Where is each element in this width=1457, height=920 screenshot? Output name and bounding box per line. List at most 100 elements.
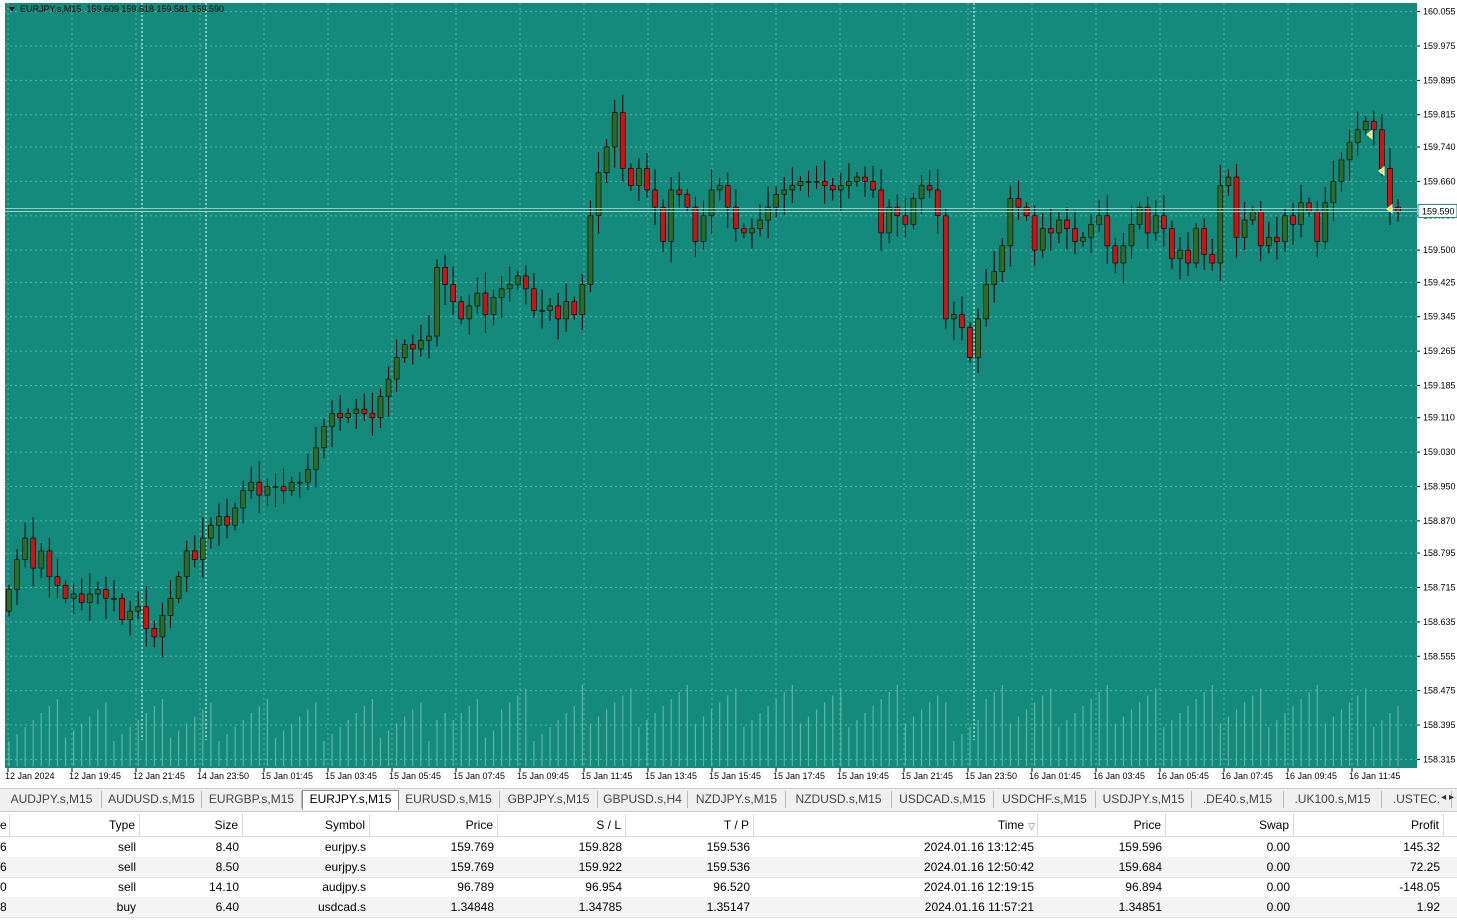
- column-header[interactable]: T / P: [626, 814, 754, 836]
- column-header[interactable]: Symbol: [243, 814, 370, 836]
- x-tick-label: 15 Jan 15:45: [709, 771, 761, 781]
- table-cell: eurjpy.s: [324, 860, 366, 874]
- chart-tab[interactable]: USDCHF.s,M15: [994, 791, 1096, 808]
- column-header[interactable]: Time ▽: [754, 814, 1038, 836]
- candle-body: [377, 395, 384, 419]
- x-tick-label: 16 Jan 11:45: [1349, 771, 1400, 781]
- candle-body: [1370, 120, 1377, 131]
- chart-tab[interactable]: AUDJPY.s,M15: [2, 791, 102, 808]
- candle-body: [652, 189, 658, 208]
- chart-tab[interactable]: NZDJPY.s,M15: [688, 791, 786, 808]
- column-header[interactable]: Profit: [1294, 814, 1444, 836]
- chart-tab[interactable]: .UK100.s,M15: [1284, 791, 1382, 808]
- candle-body: [46, 550, 53, 578]
- chart-tab[interactable]: GBPJPY.s,M15: [500, 791, 598, 808]
- chart-tab[interactable]: EURJPY.s,M15: [302, 790, 399, 810]
- candle-body: [918, 185, 925, 199]
- chart-tab[interactable]: USDJPY.s,M15: [1096, 791, 1192, 808]
- candle-body: [797, 181, 804, 186]
- sort-desc-icon[interactable]: ▽: [1028, 821, 1035, 831]
- table-cell: 0.00: [1266, 840, 1290, 854]
- candle-body: [837, 185, 844, 191]
- tab-scroll-arrows-icon[interactable]: ◂ ▸: [1441, 792, 1454, 803]
- x-tick-label: 12 Jan 2024: [5, 771, 55, 781]
- candle-body: [54, 576, 61, 586]
- column-header[interactable]: Size: [140, 814, 243, 836]
- candle-body: [942, 215, 949, 320]
- column-header-label: Time: [997, 818, 1025, 832]
- candle-body: [95, 589, 101, 595]
- chart-menu-icon[interactable]: [9, 7, 15, 11]
- candle-body: [191, 550, 198, 560]
- candle-body: [773, 193, 779, 208]
- table-cell: 1.92: [1416, 900, 1440, 914]
- candle-body: [426, 335, 432, 341]
- chart-tab[interactable]: USDCAD.s,M15: [892, 791, 994, 808]
- column-header-label: Price: [465, 818, 493, 832]
- candle-body: [111, 597, 117, 600]
- price-chart[interactable]: 160.055 159.975 159.895 159.815 159.740 159.6…: [0, 0, 1457, 786]
- table-cell: 96.520: [713, 880, 750, 894]
- table-row[interactable]: 8 buy 6.40 usdcad.s 1.34848 1.34785 1.35147 202…: [0, 897, 1457, 918]
- chart-symbol: EURJPY.s,M15: [20, 4, 82, 14]
- candle-body: [595, 172, 602, 217]
- table-row[interactable]: 6 sell 8.50 eurjpy.s 159.769 159.922 159.536 20…: [0, 857, 1457, 878]
- chart-tab[interactable]: .DE40.s,M15: [1192, 791, 1284, 808]
- candle-body: [741, 228, 747, 234]
- candle-body: [660, 206, 666, 242]
- candle-body: [321, 426, 327, 449]
- candle-body: [757, 219, 763, 229]
- candle-body: [531, 288, 537, 311]
- candle-body: [418, 340, 424, 350]
- chart-window[interactable]: 160.055 159.975 159.895 159.815 159.740 159.6…: [0, 0, 1457, 786]
- chart-tab[interactable]: NZDUSD.s,M15: [786, 791, 892, 808]
- table-cell: 159.596: [1118, 840, 1162, 854]
- x-tick-label: 15 Jan 03:45: [325, 771, 377, 781]
- column-header[interactable]: Swap: [1166, 814, 1294, 836]
- candle-body: [458, 301, 465, 320]
- table-cell: usdcad.s: [317, 900, 366, 914]
- column-header[interactable]: S / L: [498, 814, 626, 836]
- candle-body: [862, 176, 868, 182]
- table-cell: 2024.01.16 11:57:21: [924, 900, 1034, 914]
- y-tick-label: 158.715: [1423, 582, 1456, 592]
- candle-body: [733, 206, 739, 229]
- x-tick-label: 16 Jan 07:45: [1221, 771, 1273, 781]
- candle-body: [1298, 202, 1304, 225]
- candle-body: [506, 284, 513, 290]
- candle-body: [1290, 215, 1296, 225]
- candle-body: [1096, 215, 1103, 225]
- chart-tab[interactable]: EURGBP.s,M15: [202, 791, 302, 808]
- candle-body: [1346, 142, 1353, 161]
- y-tick-label: 158.950: [1423, 481, 1456, 491]
- table-row[interactable]: 0 sell 14.10 audjpy.s 96.789 96.954 96.520 2024…: [0, 877, 1457, 898]
- candle-body: [337, 413, 343, 419]
- candle-body: [78, 593, 85, 603]
- candle-body: [829, 185, 836, 191]
- candle-body: [1233, 176, 1240, 238]
- y-tick-label: 159.740: [1423, 142, 1456, 152]
- candle-body: [668, 189, 674, 242]
- column-header[interactable]: Price: [370, 814, 498, 836]
- chart-tab[interactable]: AUDUSD.s,M15: [102, 791, 202, 808]
- column-header-label: Swap: [1258, 818, 1289, 832]
- candle-body: [1241, 219, 1248, 238]
- column-header[interactable]: e: [0, 814, 10, 836]
- x-tick-label: 16 Jan 01:45: [1029, 771, 1081, 781]
- x-tick-label: 12 Jan 19:45: [69, 771, 121, 781]
- chart-tab[interactable]: EURUSD.s,M15: [398, 791, 500, 808]
- candle-body: [636, 168, 642, 186]
- column-header-label: Price: [1133, 818, 1161, 832]
- candle-body: [619, 112, 626, 169]
- y-tick-label: 158.635: [1423, 617, 1456, 627]
- table-row[interactable]: 6 sell 8.40 eurjpy.s 159.769 159.828 159.536 20…: [0, 837, 1457, 858]
- candle-body: [103, 589, 109, 599]
- column-header[interactable]: Type: [10, 814, 140, 836]
- y-tick-label: 158.555: [1423, 651, 1456, 661]
- candle-body: [765, 206, 771, 221]
- column-header-label: e: [0, 818, 7, 832]
- candle-body: [1047, 228, 1054, 234]
- candle-body: [393, 357, 400, 380]
- column-header[interactable]: Price: [1038, 814, 1166, 836]
- chart-tab[interactable]: GBPUSD.s,H4: [598, 791, 688, 808]
